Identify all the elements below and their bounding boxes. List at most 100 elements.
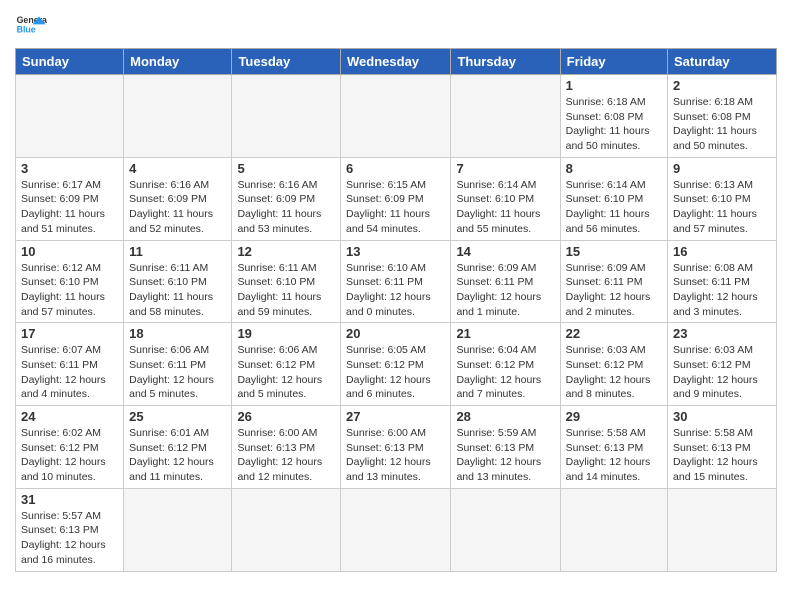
day-number: 19 (237, 326, 335, 341)
calendar-cell (124, 488, 232, 571)
calendar-cell: 26Sunrise: 6:00 AM Sunset: 6:13 PM Dayli… (232, 406, 341, 489)
day-info: Sunrise: 6:15 AM Sunset: 6:09 PM Dayligh… (346, 178, 445, 237)
day-number: 29 (566, 409, 662, 424)
calendar-cell: 24Sunrise: 6:02 AM Sunset: 6:12 PM Dayli… (16, 406, 124, 489)
day-info: Sunrise: 6:11 AM Sunset: 6:10 PM Dayligh… (237, 261, 335, 320)
weekday-header-saturday: Saturday (668, 49, 777, 75)
calendar-cell: 20Sunrise: 6:05 AM Sunset: 6:12 PM Dayli… (341, 323, 451, 406)
page: General Blue SundayMondayTuesdayWednesda… (0, 0, 792, 582)
day-number: 24 (21, 409, 118, 424)
calendar-cell (451, 488, 560, 571)
day-number: 31 (21, 492, 118, 507)
day-number: 1 (566, 78, 662, 93)
calendar-cell: 18 Sunrise: 6:06 AM Sunset: 6:11 PM Dayli… (124, 323, 232, 406)
day-number: 20 (346, 326, 445, 341)
day-info: Sunrise: 6:12 AM Sunset: 6:10 PM Dayligh… (21, 261, 118, 320)
day-info: Sunrise: 6:09 AM Sunset: 6:11 PM Dayligh… (456, 261, 554, 320)
calendar-cell (232, 488, 341, 571)
calendar-cell: 4 Sunrise: 6:16 AM Sunset: 6:09 PM Daylig… (124, 157, 232, 240)
day-number: 9 (673, 161, 771, 176)
day-info: Sunrise: 6:06 AM Sunset: 6:11 PM Dayligh… (129, 343, 226, 402)
calendar-week-row: 24Sunrise: 6:02 AM Sunset: 6:12 PM Dayli… (16, 406, 777, 489)
day-number: 18 (129, 326, 226, 341)
svg-text:Blue: Blue (17, 24, 36, 34)
day-info: Sunrise: 6:14 AM Sunset: 6:10 PM Dayligh… (456, 178, 554, 237)
day-info: Sunrise: 6:03 AM Sunset: 6:12 PM Dayligh… (673, 343, 771, 402)
calendar-week-row: 31 Sunrise: 5:57 AM Sunset: 6:13 PM Dayli… (16, 488, 777, 571)
calendar-week-row: 10Sunrise: 6:12 AM Sunset: 6:10 PM Dayli… (16, 240, 777, 323)
day-number: 4 (129, 161, 226, 176)
calendar-cell: 6 Sunrise: 6:15 AM Sunset: 6:09 PM Daylig… (341, 157, 451, 240)
day-info: Sunrise: 5:58 AM Sunset: 6:13 PM Dayligh… (673, 426, 771, 485)
day-number: 6 (346, 161, 445, 176)
day-number: 23 (673, 326, 771, 341)
calendar-cell (341, 75, 451, 158)
calendar-cell: 10Sunrise: 6:12 AM Sunset: 6:10 PM Dayli… (16, 240, 124, 323)
calendar-cell: 14 Sunrise: 6:09 AM Sunset: 6:11 PM Dayli… (451, 240, 560, 323)
day-number: 12 (237, 244, 335, 259)
calendar-cell: 3Sunrise: 6:17 AM Sunset: 6:09 PM Daylig… (16, 157, 124, 240)
calendar-cell: 13 Sunrise: 6:10 AM Sunset: 6:11 PM Dayli… (341, 240, 451, 323)
calendar-cell: 23 Sunrise: 6:03 AM Sunset: 6:12 PM Dayli… (668, 323, 777, 406)
calendar-cell: 29 Sunrise: 5:58 AM Sunset: 6:13 PM Dayli… (560, 406, 667, 489)
day-info: Sunrise: 6:08 AM Sunset: 6:11 PM Dayligh… (673, 261, 771, 320)
weekday-header-friday: Friday (560, 49, 667, 75)
calendar-table: SundayMondayTuesdayWednesdayThursdayFrid… (15, 48, 777, 572)
day-info: Sunrise: 6:13 AM Sunset: 6:10 PM Dayligh… (673, 178, 771, 237)
day-number: 2 (673, 78, 771, 93)
day-number: 17 (21, 326, 118, 341)
calendar-cell: 16Sunrise: 6:08 AM Sunset: 6:11 PM Dayli… (668, 240, 777, 323)
day-number: 27 (346, 409, 445, 424)
day-number: 15 (566, 244, 662, 259)
weekday-header-sunday: Sunday (16, 49, 124, 75)
day-info: Sunrise: 6:04 AM Sunset: 6:12 PM Dayligh… (456, 343, 554, 402)
calendar-cell: 15Sunrise: 6:09 AM Sunset: 6:11 PM Dayli… (560, 240, 667, 323)
calendar-week-row: 1 Sunrise: 6:18 AM Sunset: 6:08 PM Daylig… (16, 75, 777, 158)
calendar-week-row: 17 Sunrise: 6:07 AM Sunset: 6:11 PM Dayli… (16, 323, 777, 406)
day-info: Sunrise: 6:00 AM Sunset: 6:13 PM Dayligh… (346, 426, 445, 485)
calendar-cell (451, 75, 560, 158)
day-number: 13 (346, 244, 445, 259)
day-info: Sunrise: 6:03 AM Sunset: 6:12 PM Dayligh… (566, 343, 662, 402)
calendar-cell (341, 488, 451, 571)
day-number: 25 (129, 409, 226, 424)
day-info: Sunrise: 6:16 AM Sunset: 6:09 PM Dayligh… (237, 178, 335, 237)
day-info: Sunrise: 6:07 AM Sunset: 6:11 PM Dayligh… (21, 343, 118, 402)
calendar-cell: 21 Sunrise: 6:04 AM Sunset: 6:12 PM Dayli… (451, 323, 560, 406)
day-number: 21 (456, 326, 554, 341)
day-info: Sunrise: 6:16 AM Sunset: 6:09 PM Dayligh… (129, 178, 226, 237)
day-info: Sunrise: 6:17 AM Sunset: 6:09 PM Dayligh… (21, 178, 118, 237)
day-info: Sunrise: 5:57 AM Sunset: 6:13 PM Dayligh… (21, 509, 118, 568)
day-number: 22 (566, 326, 662, 341)
day-info: Sunrise: 6:00 AM Sunset: 6:13 PM Dayligh… (237, 426, 335, 485)
day-info: Sunrise: 6:10 AM Sunset: 6:11 PM Dayligh… (346, 261, 445, 320)
calendar-cell: 11Sunrise: 6:11 AM Sunset: 6:10 PM Dayli… (124, 240, 232, 323)
calendar-cell (232, 75, 341, 158)
day-number: 30 (673, 409, 771, 424)
day-number: 5 (237, 161, 335, 176)
generalblue-logo-icon: General Blue (15, 10, 47, 42)
calendar-cell: 8Sunrise: 6:14 AM Sunset: 6:10 PM Daylig… (560, 157, 667, 240)
calendar-cell: 1 Sunrise: 6:18 AM Sunset: 6:08 PM Daylig… (560, 75, 667, 158)
day-info: Sunrise: 5:58 AM Sunset: 6:13 PM Dayligh… (566, 426, 662, 485)
weekday-header-monday: Monday (124, 49, 232, 75)
calendar-cell: 30 Sunrise: 5:58 AM Sunset: 6:13 PM Dayli… (668, 406, 777, 489)
calendar-cell (124, 75, 232, 158)
calendar-cell: 19 Sunrise: 6:06 AM Sunset: 6:12 PM Dayli… (232, 323, 341, 406)
calendar-cell: 17 Sunrise: 6:07 AM Sunset: 6:11 PM Dayli… (16, 323, 124, 406)
logo: General Blue (15, 10, 47, 42)
weekday-header-wednesday: Wednesday (341, 49, 451, 75)
day-info: Sunrise: 6:18 AM Sunset: 6:08 PM Dayligh… (566, 95, 662, 154)
calendar-cell: 5 Sunrise: 6:16 AM Sunset: 6:09 PM Daylig… (232, 157, 341, 240)
calendar-cell: 7Sunrise: 6:14 AM Sunset: 6:10 PM Daylig… (451, 157, 560, 240)
header: General Blue (15, 10, 777, 42)
day-number: 11 (129, 244, 226, 259)
calendar-cell (560, 488, 667, 571)
day-info: Sunrise: 6:06 AM Sunset: 6:12 PM Dayligh… (237, 343, 335, 402)
calendar-cell: 27 Sunrise: 6:00 AM Sunset: 6:13 PM Dayli… (341, 406, 451, 489)
calendar-cell: 25Sunrise: 6:01 AM Sunset: 6:12 PM Dayli… (124, 406, 232, 489)
calendar-cell (16, 75, 124, 158)
day-info: Sunrise: 6:14 AM Sunset: 6:10 PM Dayligh… (566, 178, 662, 237)
calendar-header-row: SundayMondayTuesdayWednesdayThursdayFrid… (16, 49, 777, 75)
day-number: 14 (456, 244, 554, 259)
